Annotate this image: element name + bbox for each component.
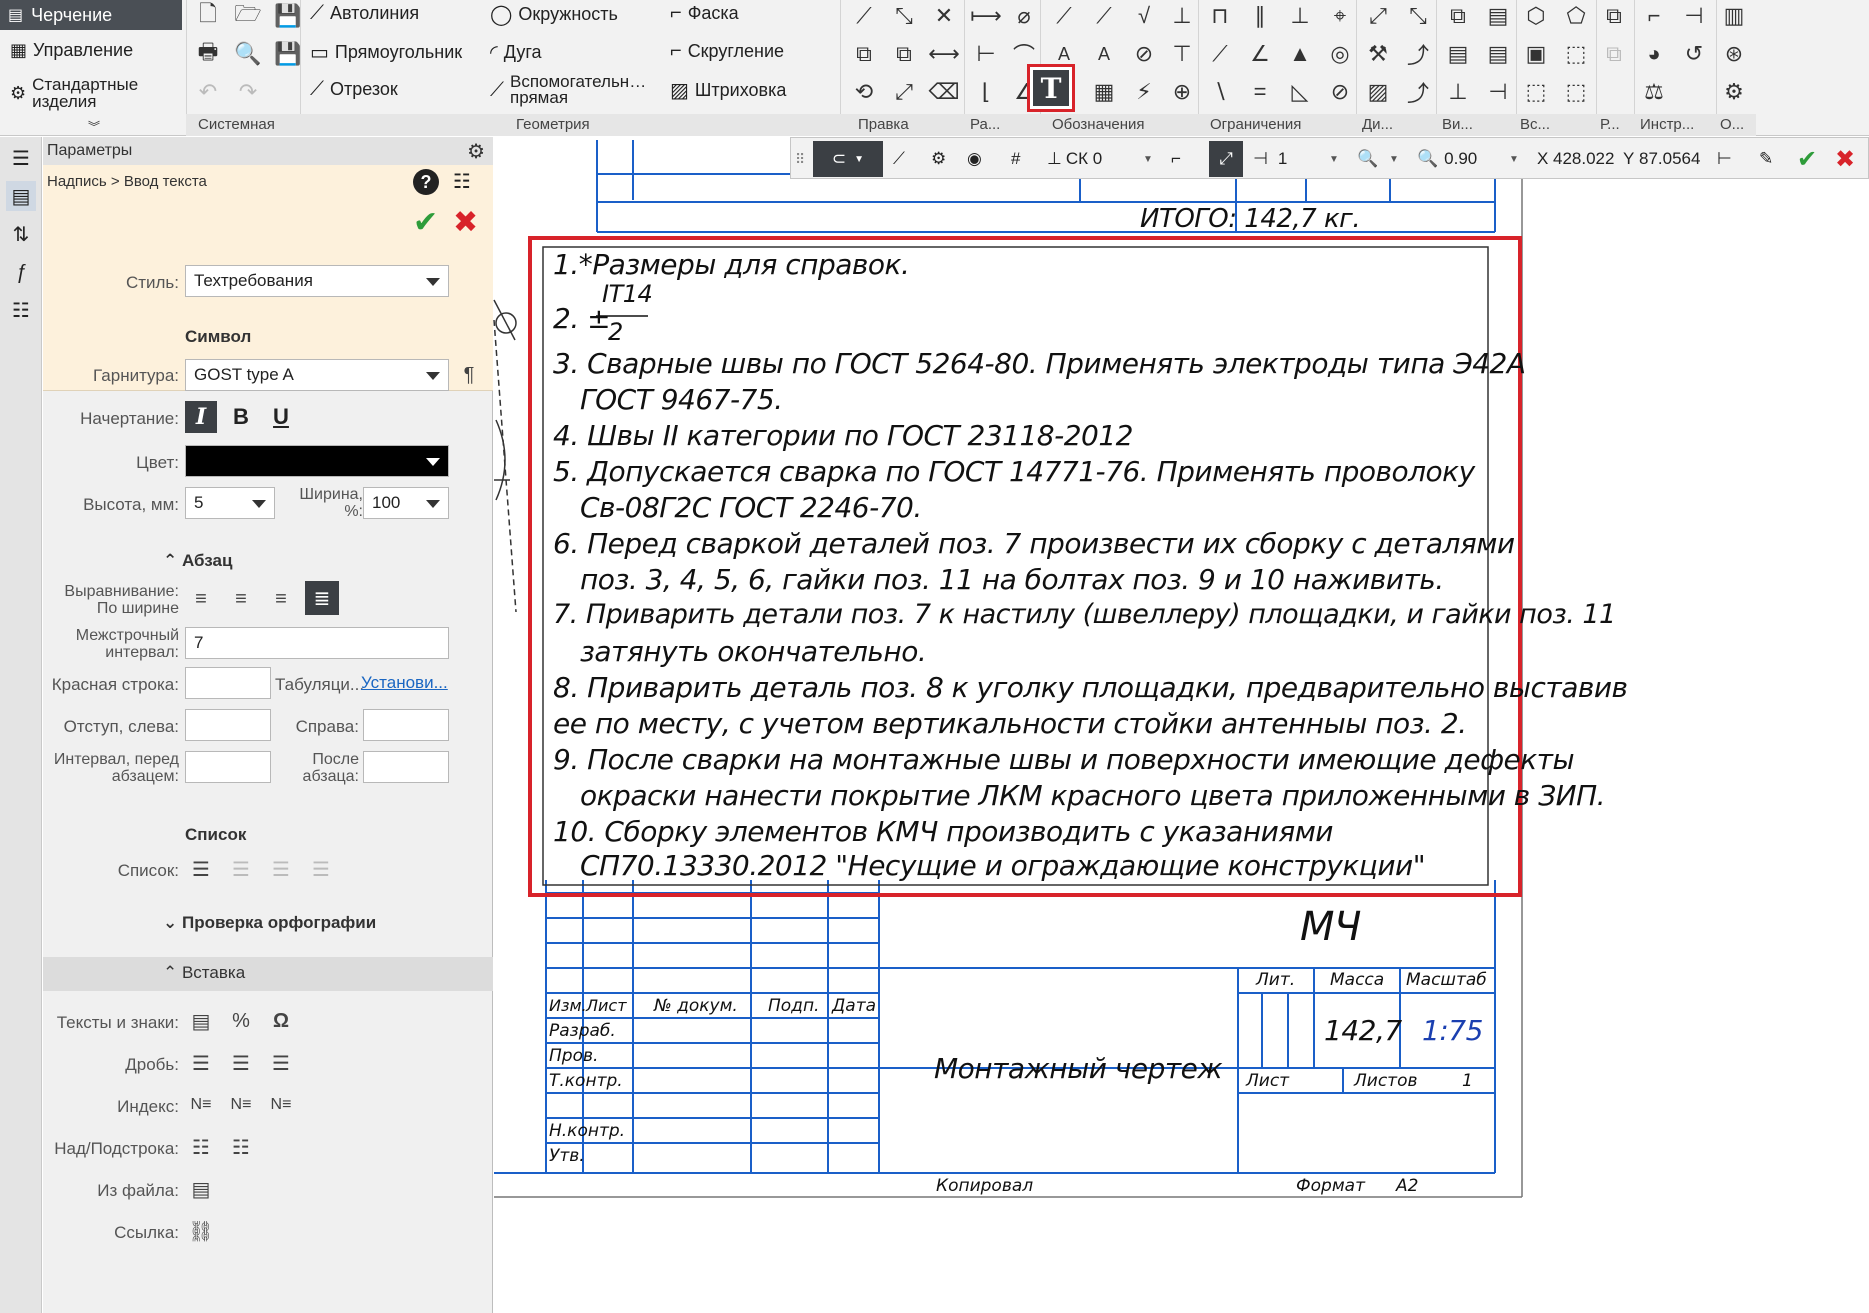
local-cs-icon[interactable]: ⚙ xyxy=(931,144,946,174)
req-line-3b: ГОСТ 9467-75. xyxy=(580,383,783,416)
zoom-icon: 🔍 xyxy=(1417,149,1439,168)
stamp-row-tcontrol: Т.контр. xyxy=(549,1071,623,1091)
stamp-scale-label: Масштаб xyxy=(1406,970,1487,990)
stamp-header-sign: Подп. xyxy=(768,996,820,1016)
x-coord-field[interactable]: 428.022 xyxy=(1553,144,1614,174)
req-line-8: 8. Приварить деталь поз. 8 к уголку площ… xyxy=(553,671,1628,704)
round-icon[interactable]: ⤢ xyxy=(1209,141,1243,177)
apply-check-icon[interactable]: ✔ xyxy=(1797,144,1817,174)
req-line-9: 9. После сварки на монтажные швы и повер… xyxy=(553,743,1575,776)
stamp-format-label: Формат xyxy=(1296,1176,1365,1196)
x-coord-label: X xyxy=(1537,149,1549,168)
chevron-down-icon[interactable]: ▼ xyxy=(1329,144,1339,174)
req-line-1: 1.*Размеры для справок. xyxy=(553,248,910,281)
visibility-icon[interactable]: ◉ xyxy=(967,144,982,174)
step-value: 1 xyxy=(1277,149,1288,168)
chevron-down-icon[interactable]: ▼ xyxy=(1509,144,1519,174)
stamp-scale-value: 1:75 xyxy=(1422,1014,1483,1047)
stamp-mass-value: 142,7 xyxy=(1324,1014,1402,1047)
req-line-4: 4. Швы II категории по ГОСТ 23118-2012 xyxy=(553,419,1133,452)
stamp-header-izm: Изм. xyxy=(549,996,587,1015)
drawing-code: МЧ xyxy=(1300,904,1361,950)
stamp-lit-label: Лит. xyxy=(1256,970,1296,990)
req-line-8b: ее по месту, с учетом вертикальности сто… xyxy=(553,707,1467,740)
chevron-down-icon: ▼ xyxy=(854,153,865,165)
grid-icon[interactable]: # xyxy=(1011,144,1020,174)
req-line-6b: поз. 3, 4, 5, 6, гайки поз. 11 на болтах… xyxy=(580,563,1444,596)
stamp-header-date: Дата xyxy=(832,996,877,1016)
y-coord-label: Y xyxy=(1623,149,1635,168)
fraction-numerator: IT14 xyxy=(602,280,653,308)
step-select[interactable]: ⊣ 1 xyxy=(1253,144,1287,174)
chevron-down-icon[interactable]: ▼ xyxy=(1389,144,1399,174)
stamp-row-developer: Разраб. xyxy=(549,1021,616,1041)
req-line-9b: окраски нанести покрытие ЛКМ красного цв… xyxy=(580,779,1606,812)
stamp-sheets-count: 1 xyxy=(1462,1071,1473,1091)
stamp-format-value: А2 xyxy=(1396,1176,1419,1196)
abort-x-icon[interactable]: ✖ xyxy=(1835,144,1855,174)
stamp-row-ncontrol: Н.контр. xyxy=(549,1121,626,1141)
step-icon: ⊣ xyxy=(1253,149,1268,168)
orto-icon[interactable]: ⟋ xyxy=(893,144,905,174)
req-line-7: 7. Приварить детали поз. 7 к настилу (шв… xyxy=(553,599,1616,630)
snap-mode-button[interactable]: ⊂ ▼ xyxy=(813,141,883,177)
req-line-5: 5. Допускается сварка по ГОСТ 14771-76. … xyxy=(553,455,1475,488)
toolbar-grip-icon[interactable]: ⠿ xyxy=(795,144,805,174)
stamp-copied-label: Копировал xyxy=(936,1176,1034,1196)
req-line-6: 6. Перед сваркой деталей поз. 7 произвес… xyxy=(553,527,1515,560)
drawing-title: Монтажный чертеж xyxy=(934,1052,1223,1085)
measure-icon[interactable]: ⊢ xyxy=(1717,144,1732,174)
stamp-mass-label: Масса xyxy=(1330,970,1385,990)
req-line-10: 10. Сборку элементов КМЧ производить с у… xyxy=(553,815,1334,848)
snap-corner-icon[interactable]: ⌐ xyxy=(1171,144,1181,174)
fraction-denominator: 2 xyxy=(608,318,623,346)
zoom-select[interactable]: 🔍 0.90 xyxy=(1417,144,1477,174)
drawing-sheet xyxy=(493,140,1523,1198)
stamp-sheet-label: Лист xyxy=(1246,1071,1290,1091)
y-coord-field[interactable]: 87.0564 xyxy=(1639,144,1700,174)
req-line-10b: СП70.13330.2012 "Несущие и ограждающие к… xyxy=(580,849,1426,882)
stamp-row-approve: Утв. xyxy=(549,1146,585,1166)
property-toolbar: ⠿ ⊂ ▼ ⟋ ⚙ ◉ # ⊥ СК 0 ▼ ⌐ ⤢ ⊣ 1 ▼ 🔍 ▼ 🔍 0.… xyxy=(790,137,1869,179)
chevron-down-icon[interactable]: ▼ xyxy=(1143,144,1153,174)
stamp-header-doc: № докум. xyxy=(654,996,738,1016)
total-mass-label: ИТОГО: 142,7 кг. xyxy=(1140,204,1361,234)
stamp-header-list: Лист xyxy=(586,996,627,1015)
req-line-5b: Св-08Г2С ГОСТ 2246-70. xyxy=(580,491,922,524)
cs-select[interactable]: ⊥ СК 0 xyxy=(1047,144,1102,174)
stamp-row-checker: Пров. xyxy=(549,1046,599,1066)
magnet-icon: ⊂ xyxy=(831,149,847,168)
stamp-sheets-label: Листов xyxy=(1354,1071,1418,1091)
zoom-value: 0.90 xyxy=(1444,149,1478,168)
pipette-icon[interactable]: ✎ xyxy=(1759,144,1773,174)
cs-icon: ⊥ xyxy=(1047,149,1062,168)
cs-value: СК 0 xyxy=(1065,149,1103,168)
zoom-window-icon[interactable]: 🔍 xyxy=(1357,144,1378,174)
req-line-3: 3. Сварные швы по ГОСТ 5264-80. Применят… xyxy=(553,347,1526,380)
req-line-7b: затянуть окончательно. xyxy=(580,635,927,668)
